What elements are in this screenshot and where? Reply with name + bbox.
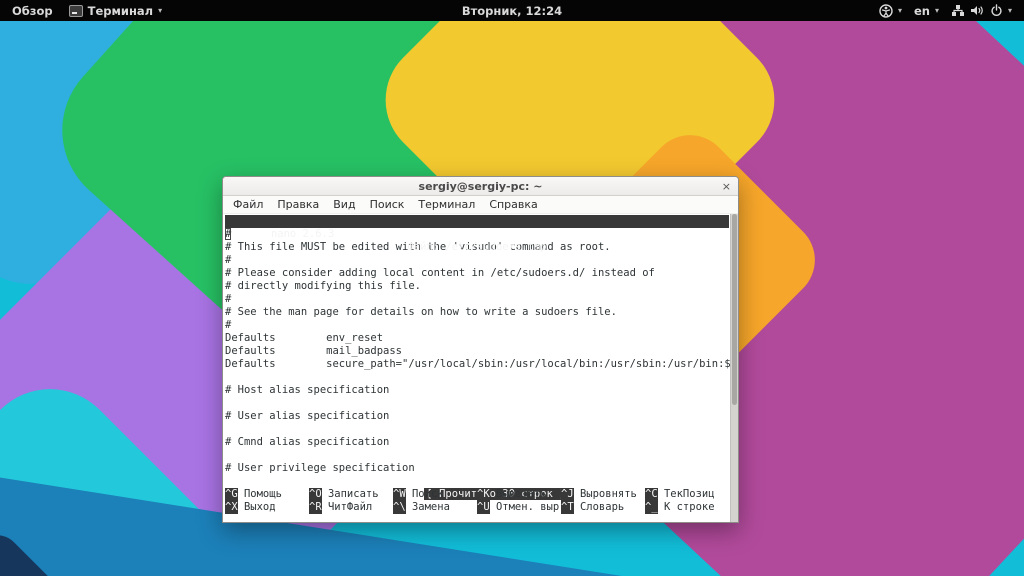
editor-line: # User privilege specification — [225, 462, 729, 475]
nano-shortcut: ^U Отмен. выр — [477, 501, 561, 514]
editor-line — [225, 371, 729, 384]
nano-filename: Файл: /etc/sudoers.tmp — [225, 241, 729, 254]
nano-shortcut: ^X Выход — [225, 501, 309, 514]
shortcut-label: ТекПозиц — [658, 488, 715, 500]
shortcut-key: ^\ — [393, 501, 406, 514]
menu-item[interactable]: Терминал — [412, 198, 481, 211]
shortcut-key: ^C — [645, 488, 658, 501]
shortcut-key: ^K — [477, 488, 490, 501]
shortcut-label: Словарь — [574, 501, 625, 513]
keyboard-layout-menu[interactable]: en ▾ — [914, 4, 939, 18]
shortcut-label: Вырезать — [490, 488, 547, 500]
power-icon — [990, 4, 1003, 17]
terminal-window: sergiy@sergiy-pc: ~ × ФайлПравкаВидПоиск… — [222, 176, 739, 523]
nano-title-bar: nano 2.6.3 Файл: /etc/sudoers.tmp — [225, 215, 729, 228]
editor-line: # — [225, 293, 729, 306]
editor-line — [225, 397, 729, 410]
nano-shortcut: ^W Поиск — [393, 488, 477, 501]
chevron-down-icon: ▾ — [935, 7, 939, 15]
editor-line: # See the man page for details on how to… — [225, 306, 729, 319]
editor-line: # — [225, 319, 729, 332]
menu-item[interactable]: Правка — [271, 198, 325, 211]
chevron-down-icon: ▾ — [898, 7, 902, 15]
terminal-app-icon — [69, 5, 83, 17]
shortcut-key: ^U — [477, 501, 490, 514]
editor-line: Defaults env_reset — [225, 332, 729, 345]
shortcut-label: Выход — [238, 501, 276, 513]
app-menu-terminal[interactable]: Терминал ▾ — [69, 4, 162, 18]
window-titlebar[interactable]: sergiy@sergiy-pc: ~ × — [223, 177, 738, 196]
nano-shortcuts-row1: ^G Помощь^O Записать^W Поиск^K Вырезать^… — [225, 488, 729, 501]
window-title: sergiy@sergiy-pc: ~ — [419, 180, 543, 193]
menu-bar: ФайлПравкаВидПоискТерминалСправка — [223, 196, 738, 214]
shortcut-key: ^R — [309, 501, 322, 514]
scrollbar[interactable] — [730, 214, 738, 522]
nano-shortcut: ^_ К строке — [645, 501, 729, 514]
nano-shortcut: ^R ЧитФайл — [309, 501, 393, 514]
menu-item[interactable]: Файл — [227, 198, 269, 211]
app-menu-label: Терминал — [88, 4, 153, 18]
editor-line: Defaults mail_badpass — [225, 345, 729, 358]
accessibility-menu[interactable]: ▾ — [879, 4, 902, 18]
nano-shortcut: ^\ Замена — [393, 501, 477, 514]
shortcut-label: ЧитФайл — [322, 501, 373, 513]
shortcut-key: ^_ — [645, 501, 658, 514]
shortcut-label: К строке — [658, 501, 715, 513]
editor-line — [225, 449, 729, 462]
shortcut-key: ^X — [225, 501, 238, 514]
editor-line: # Host alias specification — [225, 384, 729, 397]
editor-line: # User alias specification — [225, 410, 729, 423]
system-status-menu[interactable]: ▾ — [951, 4, 1012, 17]
editor-line — [225, 423, 729, 436]
nano-status-line: [ Прочитано 30 строк ] — [225, 475, 729, 488]
shortcut-key: ^G — [225, 488, 238, 501]
menu-item[interactable]: Вид — [327, 198, 361, 211]
shortcut-key: ^J — [561, 488, 574, 501]
network-icon — [951, 4, 965, 17]
close-button[interactable]: × — [722, 177, 731, 195]
volume-icon — [970, 4, 985, 17]
nano-shortcut: ^J Выровнять — [561, 488, 645, 501]
editor-line: # — [225, 254, 729, 267]
shortcut-label: Поиск — [406, 488, 444, 500]
chevron-down-icon: ▾ — [1008, 7, 1012, 15]
shortcut-key: ^O — [309, 488, 322, 501]
nano-shortcut: ^K Вырезать — [477, 488, 561, 501]
shortcut-label: Отмен. выр — [490, 501, 560, 513]
menu-item[interactable]: Справка — [483, 198, 543, 211]
chevron-down-icon: ▾ — [158, 7, 162, 15]
nano-shortcut: ^G Помощь — [225, 488, 309, 501]
editor-line: # Please consider adding local content i… — [225, 267, 729, 280]
scrollbar-thumb[interactable] — [732, 214, 737, 405]
shortcut-label: Выровнять — [574, 488, 637, 500]
editor-line: # Cmnd alias specification — [225, 436, 729, 449]
editor-line: Defaults secure_path="/usr/local/sbin:/u… — [225, 358, 729, 371]
editor-line: # directly modifying this file. — [225, 280, 729, 293]
shortcut-label: Помощь — [238, 488, 282, 500]
shortcut-key: ^W — [393, 488, 406, 501]
gnome-top-bar: Обзор Терминал ▾ Вторник, 12:24 ▾ en ▾ — [0, 0, 1024, 21]
editor-lines: ## This file MUST be edited with the 'vi… — [225, 228, 729, 475]
nano-shortcut: ^O Записать — [309, 488, 393, 501]
nano-shortcut: ^T Словарь — [561, 501, 645, 514]
shortcut-label: Замена — [406, 501, 450, 513]
shortcut-label: Записать — [322, 488, 379, 500]
accessibility-icon — [879, 4, 893, 18]
nano-version: nano 2.6.3 — [263, 228, 334, 240]
activities-button[interactable]: Обзор — [12, 4, 53, 18]
keyboard-layout-label: en — [914, 4, 930, 18]
nano-shortcut: ^C ТекПозиц — [645, 488, 729, 501]
shortcut-key: ^T — [561, 501, 574, 514]
nano-shortcuts-row2: ^X Выход^R ЧитФайл^\ Замена^U Отмен. выр… — [225, 501, 729, 514]
menu-item[interactable]: Поиск — [364, 198, 411, 211]
terminal-screen[interactable]: nano 2.6.3 Файл: /etc/sudoers.tmp ## Thi… — [223, 214, 738, 522]
